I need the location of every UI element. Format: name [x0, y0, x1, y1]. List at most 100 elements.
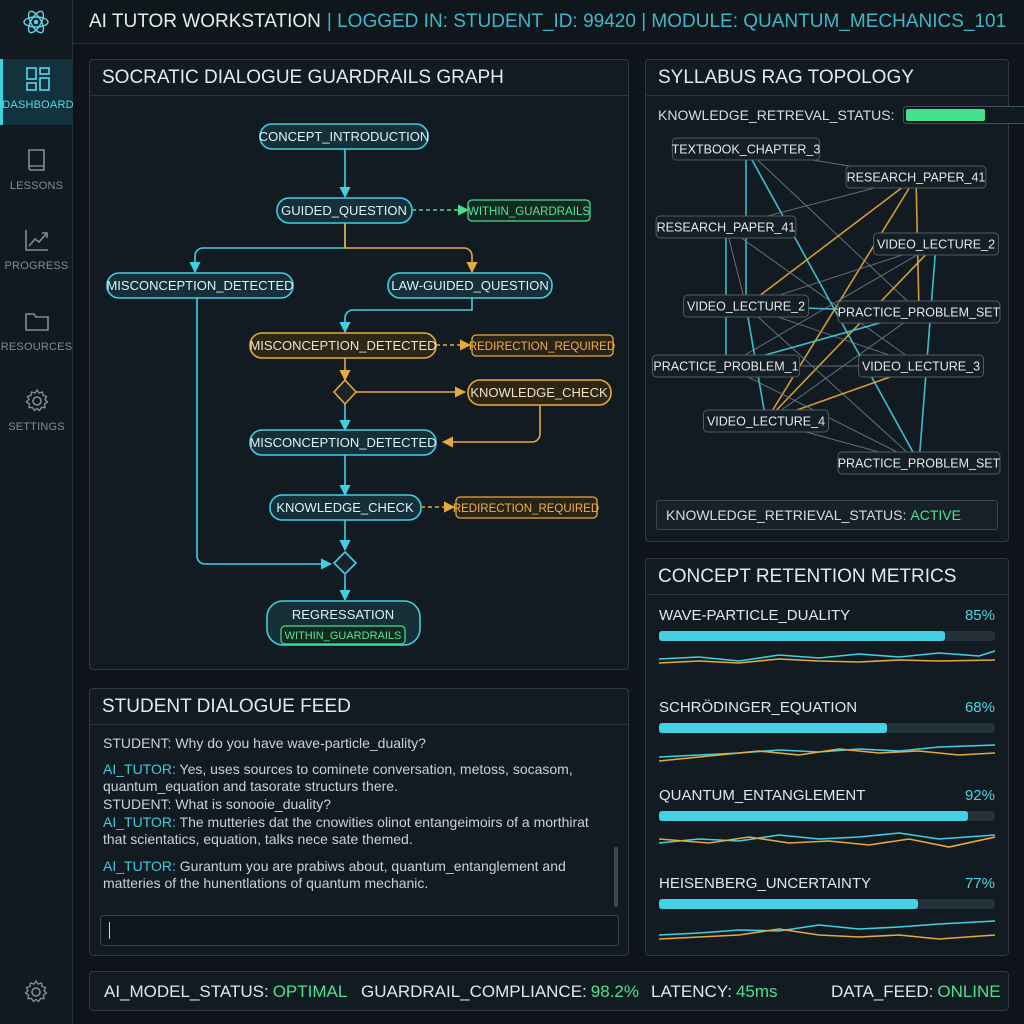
graph-node-guided-question[interactable]: GUIDED_QUESTION	[276, 197, 413, 224]
metric-bar	[659, 723, 995, 733]
svg-text:MISCONCEPTION_DETECTED: MISCONCEPTION_DETECTED	[106, 278, 293, 293]
graph-node-misconception-detected[interactable]: MISCONCEPTION_DETECTED	[249, 429, 437, 456]
rag-node[interactable]: RESEARCH_PAPER_41	[845, 165, 987, 189]
retention-metric: HEISENBERG_UNCERTAINTY 77%	[659, 875, 995, 943]
speaker-label: STUDENT:	[103, 796, 172, 812]
metric-name: SCHRÖDINGER_EQUATION	[659, 699, 858, 716]
rag-node[interactable]: TEXTBOOK_CHAPTER_3	[672, 137, 821, 161]
decision-diamond	[332, 550, 358, 576]
svg-text:REGRESSATION: REGRESSATION	[292, 607, 394, 622]
rag-topology-graph: TEXTBOOK_CHAPTER_3 RESEARCH_PAPER_41 RESEA…	[651, 137, 1001, 475]
sidebar: DASHBOARD LESSONS PROGRESS RESOURCES SET…	[0, 0, 74, 1024]
message-text: The mutteries dat the cnowities olinot e…	[103, 814, 589, 847]
graph-node-misconception-detected[interactable]: MISCONCEPTION_DETECTED	[106, 272, 294, 299]
compliance-label: GUARDRAIL_COMPLIANCE:	[361, 982, 587, 1001]
graph-node-regression[interactable]: REGRESSATION WITHIN_GUARDRAILS	[266, 600, 421, 646]
svg-text:GUIDED_QUESTION: GUIDED_QUESTION	[281, 203, 407, 218]
gear-icon[interactable]	[22, 978, 50, 1006]
rag-node[interactable]: VIDEO_LECTURE_2	[683, 294, 809, 318]
rag-node[interactable]: VIDEO_LECTURE_3	[858, 354, 984, 378]
guardrail-compliance: GUARDRAIL_COMPLIANCE: 98.2%	[361, 982, 639, 1002]
sidebar-item-settings[interactable]: SETTINGS	[0, 381, 73, 447]
rag-node[interactable]: RESEARCH_PAPER_41	[655, 215, 797, 239]
metric-name: WAVE-PARTICLE_DUALITY	[659, 607, 851, 624]
sidebar-item-label: DASHBOARD	[2, 99, 74, 111]
metric-name: HEISENBERG_UNCERTAINTY	[659, 875, 871, 892]
rag-node[interactable]: PRACTICE_PROBLEM_SET	[837, 300, 1001, 324]
svg-text:LAW-GUIDED_QUESTION: LAW-GUIDED_QUESTION	[391, 278, 548, 293]
graph-node-knowledge-check[interactable]: KNOWLEDGE_CHECK	[269, 494, 422, 521]
sidebar-item-dashboard[interactable]: DASHBOARD	[0, 59, 74, 125]
svg-text:MISCONCEPTION_DETECTED: MISCONCEPTION_DETECTED	[249, 338, 436, 353]
dialogue-feed-panel: STUDENT DIALOGUE FEED STUDENT: Why do yo…	[89, 688, 629, 956]
metric-bar	[659, 899, 995, 909]
sidebar-item-progress[interactable]: PROGRESS	[0, 220, 73, 286]
rag-node-label: TEXTBOOK_CHAPTER_3	[672, 143, 821, 157]
svg-text:REDIRECTION_REQUIRED: REDIRECTION_REQUIRED	[453, 503, 599, 515]
metric-header: HEISENBERG_UNCERTAINTY 77%	[659, 875, 995, 892]
dialogue-message: STUDENT: Why do you have wave-particle_d…	[103, 735, 603, 752]
scrollbar[interactable]	[614, 847, 618, 907]
svg-text:CONCEPT_INTRODUCTION: CONCEPT_INTRODUCTION	[259, 129, 429, 144]
sidebar-item-resources[interactable]: RESOURCES	[0, 301, 73, 367]
metric-sparkline	[659, 832, 995, 848]
rag-node[interactable]: PRACTICE_PROBLEM_SET	[837, 451, 1001, 475]
graph-node-redirection-required[interactable]: REDIRECTION_REQUIRED	[453, 496, 599, 519]
sparkline-series	[659, 920, 995, 936]
graph-node-knowledge-check[interactable]: KNOWLEDGE_CHECK	[467, 379, 612, 406]
compliance-value: 98.2%	[590, 982, 639, 1001]
panel-title: STUDENT DIALOGUE FEED	[90, 689, 628, 725]
speaker-label: AI_TUTOR:	[103, 814, 176, 830]
decision-diamond	[332, 378, 358, 406]
folder-icon	[24, 313, 49, 331]
metric-name: QUANTUM_ENTANGLEMENT	[659, 787, 866, 804]
rag-node[interactable]: VIDEO_LECTURE_4	[703, 409, 829, 433]
metric-header: SCHRÖDINGER_EQUATION 68%	[659, 699, 995, 716]
sidebar-item-label: PROGRESS	[4, 260, 69, 272]
rag-node-label: VIDEO_LECTURE_3	[862, 360, 980, 374]
metric-header: WAVE-PARTICLE_DUALITY 85%	[659, 607, 995, 624]
dialogue-message: STUDENT: What is sonooie_duality?	[103, 796, 603, 813]
panel-title: CONCEPT RETENTION METRICS	[646, 559, 1008, 595]
rag-node-label: RESEARCH_PAPER_41	[657, 221, 796, 235]
graph-node-concept-introduction[interactable]: CONCEPT_INTRODUCTION	[259, 123, 429, 150]
graph-node-redirection-required[interactable]: REDIRECTION_REQUIRED	[469, 334, 615, 357]
sparkline-series	[659, 650, 995, 662]
metric-header: QUANTUM_ENTANGLEMENT 92%	[659, 787, 995, 804]
metric-bar	[659, 631, 995, 641]
rag-node-label: PRACTICE_PROBLEM_SET	[838, 457, 1001, 471]
model-status-value: OPTIMAL	[272, 982, 348, 1001]
graph-node-within-guardrails[interactable]: WITHIN_GUARDRAILS	[467, 199, 591, 222]
retention-metrics-panel: CONCEPT RETENTION METRICS WAVE-PARTICLE_…	[645, 558, 1009, 956]
data-feed-value: ONLINE	[937, 982, 1001, 1001]
model-status-label: AI_MODEL_STATUS:	[104, 982, 269, 1001]
text-caret	[109, 922, 110, 939]
graph-node-misconception-detected[interactable]: MISCONCEPTION_DETECTED	[249, 332, 437, 359]
book-icon	[27, 149, 45, 171]
retention-metric: QUANTUM_ENTANGLEMENT 92%	[659, 787, 995, 855]
retrieval-status-label: KNOWLEDGE_RETRIEVAL_STATUS:	[666, 507, 907, 523]
rag-node[interactable]: PRACTICE_PROBLEM_1	[651, 354, 801, 378]
guardrails-graph: CONCEPT_INTRODUCTION GUIDED_QUESTION WIT…	[106, 123, 615, 646]
svg-text:WITHIN_GUARDRAILS: WITHIN_GUARDRAILS	[468, 206, 590, 218]
guardrails-graph-panel: SOCRATIC DIALOGUE GUARDRAILS GRAPH CONCE…	[89, 59, 629, 670]
message-text: Why do you have wave-particle_duality?	[171, 735, 426, 751]
sidebar-item-label: SETTINGS	[8, 421, 65, 433]
speaker-label: AI_TUTOR:	[103, 858, 176, 874]
sidebar-item-label: LESSONS	[9, 180, 64, 192]
rag-node[interactable]: VIDEO_LECTURE_2	[873, 232, 999, 256]
data-feed-label: DATA_FEED:	[831, 982, 934, 1001]
metric-sparkline	[659, 650, 995, 664]
sidebar-item-lessons[interactable]: LESSONS	[0, 140, 73, 206]
retrieval-status-value: ACTIVE	[910, 507, 961, 523]
rag-edge	[918, 243, 937, 464]
graph-node-law-guided-question[interactable]: LAW-GUIDED_QUESTION	[387, 272, 553, 299]
sparkline-series	[659, 928, 995, 940]
metric-bar-fill	[659, 723, 888, 733]
svg-text:KNOWLEDGE_CHECK: KNOWLEDGE_CHECK	[276, 500, 414, 515]
metric-bar	[659, 811, 995, 821]
retrieval-status-box: KNOWLEDGE_RETRIEVAL_STATUS: ACTIVE	[656, 500, 998, 530]
rag-node-label: VIDEO_LECTURE_2	[687, 300, 805, 314]
message-text: What is sonooie_duality?	[171, 796, 331, 812]
message-input[interactable]	[100, 915, 619, 946]
